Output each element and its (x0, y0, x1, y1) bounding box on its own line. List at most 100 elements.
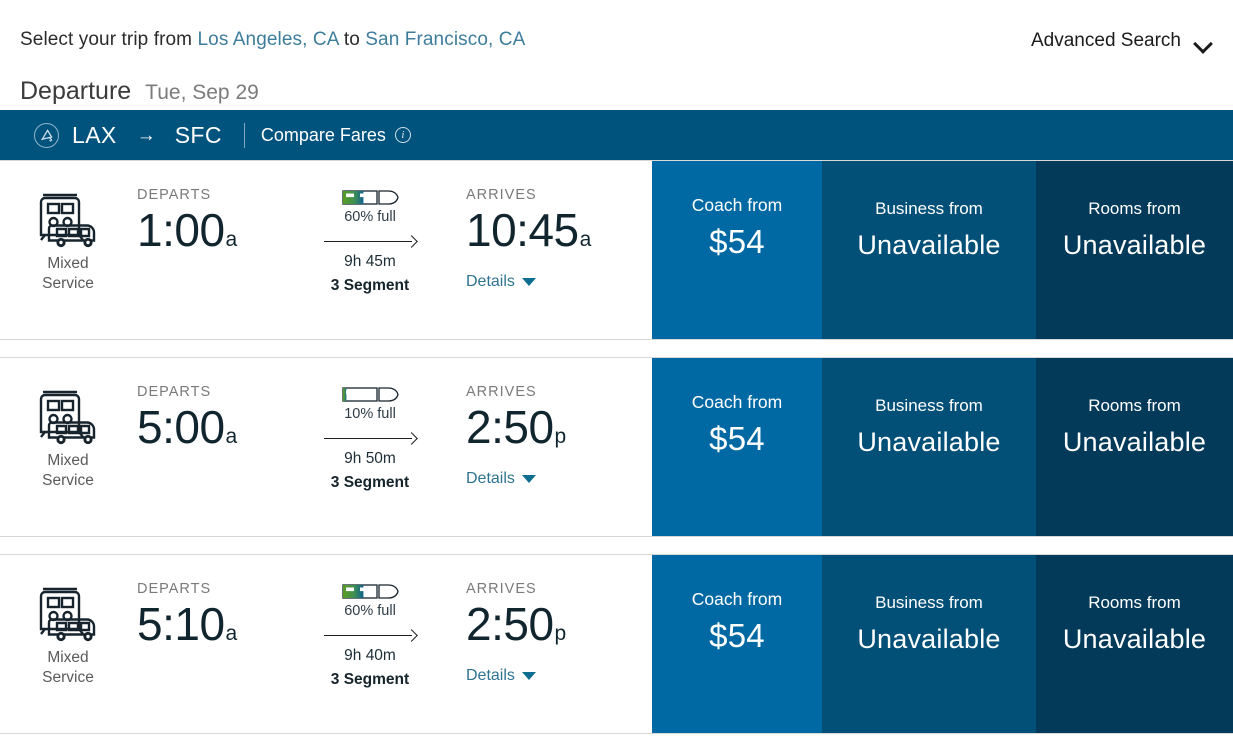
compare-fares-button[interactable]: Compare Fares i (261, 125, 411, 146)
fare-panel-rooms[interactable]: Rooms from Unavailable (1036, 358, 1233, 536)
train-bus-mixed-icon (18, 582, 118, 644)
train-occupancy-icon (322, 579, 418, 601)
fare-panels: Coach from $54 Business from Unavailable… (652, 358, 1233, 536)
occupancy-label: 60% full (344, 603, 396, 619)
fare-panel-rooms[interactable]: Rooms from Unavailable (1036, 555, 1233, 733)
fare-value-coach: $54 (709, 420, 765, 457)
fare-label-rooms: Rooms from (1088, 396, 1181, 415)
departure-time-value: 5:00 (137, 401, 225, 453)
occupancy-label: 60% full (344, 209, 396, 225)
caret-down-icon (521, 672, 536, 680)
origin-city-link[interactable]: Los Angeles, CA (198, 29, 339, 50)
segments-label: 3 Segment (330, 474, 410, 491)
arrival-time: 2:50p (466, 400, 566, 464)
departure-time: 5:10a (137, 597, 237, 661)
departure-heading: Departure Tue, Sep 29 (20, 77, 259, 106)
trip-row[interactable]: Mixed Service DEPARTS 1:00a 60% full 9h … (0, 160, 1233, 340)
fare-value-rooms: Unavailable (1062, 427, 1207, 457)
departure-meridiem: a (225, 228, 238, 251)
fare-label-coach: Coach from (691, 589, 783, 609)
details-toggle[interactable]: Details (466, 470, 566, 488)
fare-panels: Coach from $54 Business from Unavailable… (652, 555, 1233, 733)
duration-arrow-icon (322, 235, 418, 249)
fare-panel-coach[interactable]: Coach from $54 (652, 358, 822, 536)
fare-panel-coach[interactable]: Coach from $54 (652, 555, 822, 733)
fare-panel-coach[interactable]: Coach from $54 (652, 161, 822, 339)
departure-time-value: 1:00 (137, 204, 225, 256)
route-bar: LAX → SFC Compare Fares i (0, 110, 1233, 160)
service-type-cell: Mixed Service (18, 385, 118, 491)
details-toggle[interactable]: Details (466, 273, 591, 291)
compare-fares-label: Compare Fares (260, 124, 386, 145)
train-occupancy-icon-svg (342, 387, 399, 402)
fare-label-coach: Coach from (691, 392, 783, 412)
fare-label-business: Business from (875, 199, 983, 218)
arrival-time-value: 2:50 (466, 598, 554, 650)
trip-middle-word: to (343, 29, 360, 50)
fare-panel-business[interactable]: Business from Unavailable (822, 555, 1036, 733)
fare-label-rooms: Rooms from (1088, 593, 1181, 612)
arrives-column-header: ARRIVES (466, 187, 537, 203)
fare-value-rooms: Unavailable (1062, 230, 1207, 260)
destination-city-link[interactable]: San Francisco, CA (365, 29, 525, 50)
arrival-time: 10:45a (466, 203, 591, 267)
arrival-cell: ARRIVES 10:45a Details (466, 187, 591, 291)
departure-time: 5:00a (137, 400, 237, 464)
details-toggle[interactable]: Details (466, 667, 566, 685)
fare-panel-business[interactable]: Business from Unavailable (822, 161, 1036, 339)
service-label-line2: Service (42, 472, 94, 489)
details-label: Details (466, 667, 515, 684)
service-label-line2: Service (42, 275, 94, 292)
service-type-cell: Mixed Service (18, 188, 118, 294)
arrival-meridiem: p (554, 622, 567, 645)
duration-cell: 10% full 9h 50m 3 Segment (322, 382, 418, 492)
chevron-down-icon (1195, 37, 1211, 46)
train-occupancy-icon (322, 185, 418, 207)
departs-column-header: DEPARTS (137, 187, 212, 203)
train-occupancy-icon-svg (342, 584, 399, 599)
advanced-search-label: Advanced Search (1031, 30, 1181, 51)
departure-meridiem: a (225, 622, 238, 645)
arrival-meridiem: a (579, 228, 592, 251)
train-occupancy-icon-svg (342, 190, 399, 205)
departure-date: Tue, Sep 29 (145, 81, 259, 104)
route-arrow-icon: → (136, 124, 156, 146)
fare-label-business: Business from (875, 396, 983, 415)
info-icon[interactable]: i (394, 127, 411, 143)
service-label-line1: Mixed (47, 255, 89, 272)
service-type-label: Mixed Service (18, 254, 118, 294)
departure-label: Departure (20, 77, 132, 105)
service-label-line2: Service (42, 669, 94, 686)
caret-down-icon (521, 278, 536, 286)
origin-code: LAX (72, 121, 117, 148)
train-circle-icon (34, 122, 59, 148)
arrives-column-header: ARRIVES (466, 384, 537, 400)
service-type-label: Mixed Service (18, 648, 118, 688)
duration-cell: 60% full 9h 40m 3 Segment (322, 579, 418, 689)
segments-label: 3 Segment (330, 277, 410, 294)
fare-value-coach: $54 (709, 223, 765, 260)
trip-results-list: Mixed Service DEPARTS 1:00a 60% full 9h … (0, 160, 1233, 734)
duration-arrow-icon (322, 629, 418, 643)
fare-label-rooms: Rooms from (1088, 199, 1181, 218)
advanced-search-toggle[interactable]: Advanced Search (1031, 30, 1211, 52)
departure-cell: DEPARTS 1:00a (137, 187, 237, 267)
trip-row[interactable]: Mixed Service DEPARTS 5:10a 60% full 9h … (0, 554, 1233, 734)
train-bus-mixed-icon-svg (39, 587, 96, 642)
trip-prefix: Select your trip from (20, 29, 193, 50)
fare-label-business: Business from (875, 593, 983, 612)
duration-label: 9h 40m (344, 647, 396, 664)
train-bus-mixed-icon (18, 188, 118, 250)
train-bus-mixed-icon-svg (39, 193, 96, 248)
arrival-time-value: 10:45 (466, 204, 579, 256)
fare-panel-rooms[interactable]: Rooms from Unavailable (1036, 161, 1233, 339)
arrival-cell: ARRIVES 2:50p Details (466, 581, 566, 685)
departure-cell: DEPARTS 5:00a (137, 384, 237, 464)
trip-summary-line: Select your trip from Los Angeles, CA to… (20, 29, 525, 51)
fare-panels: Coach from $54 Business from Unavailable… (652, 161, 1233, 339)
service-type-cell: Mixed Service (18, 582, 118, 688)
fare-value-business: Unavailable (857, 230, 1001, 260)
service-type-label: Mixed Service (18, 451, 118, 491)
fare-panel-business[interactable]: Business from Unavailable (822, 358, 1036, 536)
trip-row[interactable]: Mixed Service DEPARTS 5:00a 10% full 9h … (0, 357, 1233, 537)
